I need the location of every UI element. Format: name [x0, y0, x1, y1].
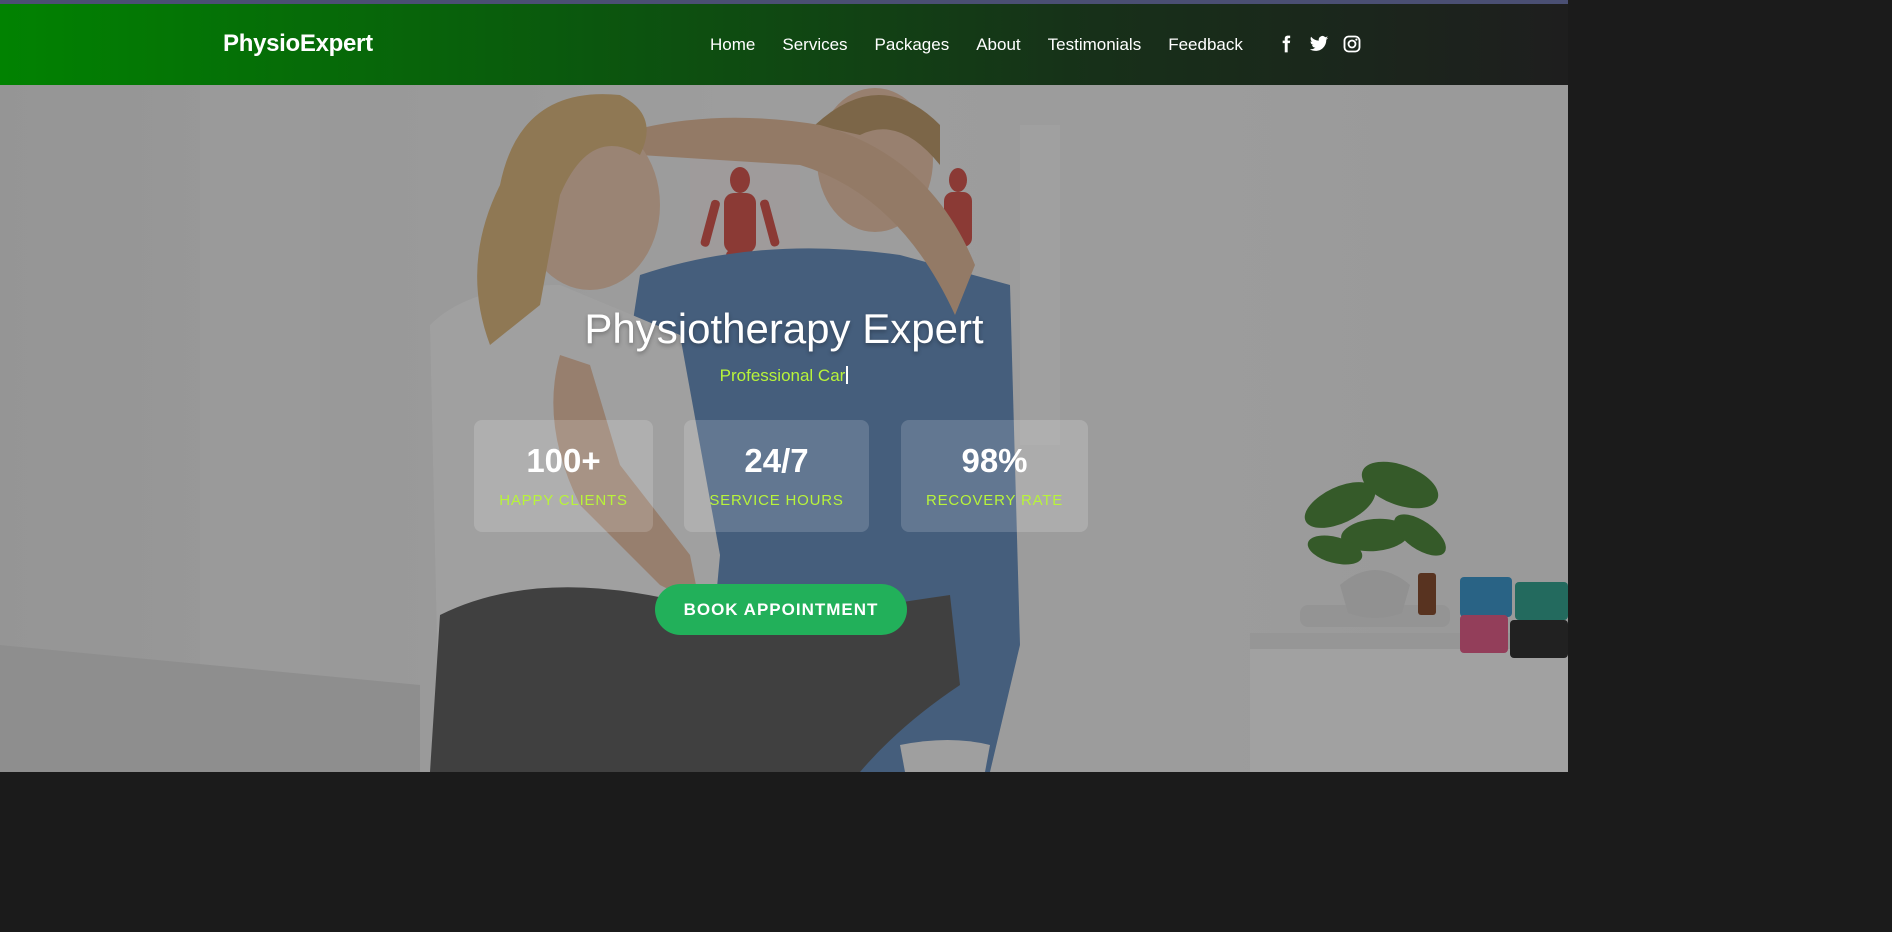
stat-value: 98%: [961, 442, 1028, 479]
typing-line: Professional Car: [0, 366, 1568, 386]
book-appointment-button[interactable]: BOOK APPOINTMENT: [655, 584, 907, 635]
twitter-icon[interactable]: [1309, 34, 1329, 54]
hero-content: Physiotherapy Expert Professional Car 10…: [0, 85, 1568, 772]
stat-card-happy-clients: 100+ HAPPY CLIENTS: [474, 420, 653, 532]
facebook-icon[interactable]: [1276, 34, 1296, 54]
stat-label: SERVICE HOURS: [709, 492, 844, 509]
stat-label: HAPPY CLIENTS: [499, 492, 628, 509]
stat-label: RECOVERY RATE: [925, 492, 1064, 509]
social-links: [1276, 34, 1362, 54]
site-logo[interactable]: PhysioExpert: [223, 30, 373, 58]
instagram-icon[interactable]: [1342, 34, 1362, 54]
typing-text: Professional Car: [719, 366, 846, 385]
nav-link-home[interactable]: Home: [710, 35, 755, 55]
navbar: PhysioExpert Home Services Packages Abou…: [0, 4, 1568, 85]
hero-title: Physiotherapy Expert: [584, 305, 984, 352]
stat-card-recovery-rate: 98% RECOVERY RATE: [901, 420, 1088, 532]
nav-link-feedback[interactable]: Feedback: [1168, 35, 1243, 55]
stat-value: 100+: [526, 442, 601, 479]
nav-link-packages[interactable]: Packages: [875, 35, 950, 55]
nav-link-services[interactable]: Services: [782, 35, 847, 55]
stat-value: 24/7: [744, 442, 809, 479]
typing-cursor: [846, 366, 849, 384]
stat-card-service-hours: 24/7 SERVICE HOURS: [684, 420, 869, 532]
nav-link-testimonials[interactable]: Testimonials: [1048, 35, 1142, 55]
hero-section: Physiotherapy Expert Professional Car 10…: [0, 85, 1568, 772]
nav-link-about[interactable]: About: [976, 35, 1020, 55]
nav-links: Home Services Packages About Testimonial…: [710, 35, 1243, 55]
